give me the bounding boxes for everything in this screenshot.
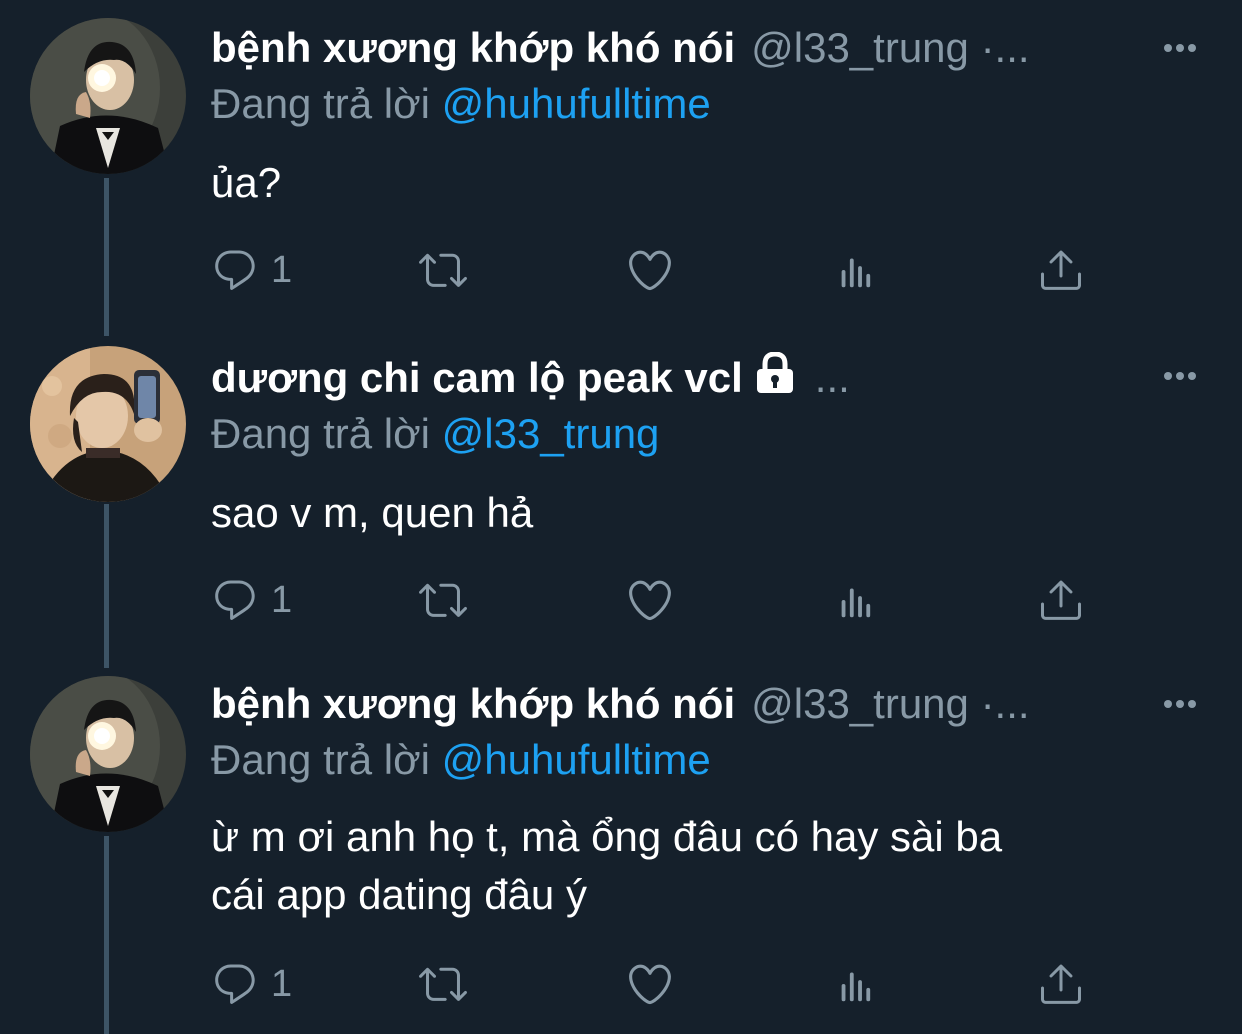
display-name[interactable]: dương chi cam lộ peak vcl [211, 354, 743, 402]
replying-to: Đang trả lời @l33_trung [211, 410, 659, 458]
share-icon [1037, 246, 1085, 294]
mention-link[interactable]: @huhufulltime [442, 736, 711, 783]
analytics-button[interactable] [833, 954, 879, 1014]
retweet-button[interactable] [416, 570, 470, 630]
analytics-button[interactable] [833, 570, 879, 630]
reply-count: 1 [271, 962, 293, 1005]
avatar[interactable] [30, 346, 186, 502]
like-icon [625, 245, 675, 295]
retweet-button[interactable] [416, 240, 470, 300]
like-button[interactable] [625, 240, 675, 300]
replying-to-label: Đang trả lời [211, 410, 442, 457]
username[interactable]: @l33_trung ·... [751, 680, 1029, 728]
tweet-actions: 1 [211, 954, 1111, 1014]
reply-icon [211, 246, 259, 294]
retweet-icon [416, 246, 470, 294]
reply-button[interactable]: 1 [211, 240, 292, 300]
more-icon[interactable] [1160, 356, 1200, 396]
like-icon [625, 575, 675, 625]
like-button[interactable] [625, 570, 675, 630]
mention-link[interactable]: @huhufulltime [442, 80, 711, 127]
analytics-icon [833, 960, 879, 1008]
display-name[interactable]: bệnh xương khớp khó nói [211, 24, 735, 72]
reply-icon [211, 960, 259, 1008]
reply-button[interactable]: 1 [211, 954, 292, 1014]
reply-icon [211, 576, 259, 624]
analytics-button[interactable] [833, 240, 879, 300]
reply-count: 1 [271, 248, 293, 291]
display-name[interactable]: bệnh xương khớp khó nói [211, 680, 735, 728]
replying-to: Đang trả lời @huhufulltime [211, 80, 711, 128]
avatar[interactable] [30, 18, 186, 174]
like-icon [625, 959, 675, 1009]
tweet-header: bệnh xương khớp khó nói @l33_trung ·... [211, 20, 1030, 76]
tweet[interactable]: bệnh xương khớp khó nói @l33_trung ·... … [0, 0, 1242, 336]
reply-count: 1 [271, 578, 293, 621]
share-icon [1037, 960, 1085, 1008]
tweet-text: sao v m, quen hả [211, 489, 534, 536]
reply-button[interactable]: 1 [211, 570, 292, 630]
tweet-text-line: cái app dating đâu ý [211, 871, 587, 918]
analytics-icon [833, 576, 879, 624]
like-button[interactable] [625, 954, 675, 1014]
tweet[interactable]: bệnh xương khớp khó nói @l33_trung ·... … [0, 668, 1242, 1034]
replying-to-label: Đang trả lời [211, 80, 442, 127]
tweet[interactable]: dương chi cam lộ peak vcl ... Đang trả l… [0, 336, 1242, 668]
tweet-actions: 1 [211, 240, 1111, 300]
share-button[interactable] [1037, 240, 1085, 300]
retweet-icon [416, 576, 470, 624]
replying-to-label: Đang trả lời [211, 736, 442, 783]
share-button[interactable] [1037, 570, 1085, 630]
tweet-text: ừ m ơi anh họ t, mà ổng đâu có hay sài b… [211, 808, 1191, 924]
lock-icon [753, 351, 797, 404]
mention-link[interactable]: @l33_trung [442, 410, 660, 457]
share-button[interactable] [1037, 954, 1085, 1014]
analytics-icon [833, 246, 879, 294]
tweet-text-line: ừ m ơi anh họ t, mà ổng đâu có hay sài b… [211, 813, 1003, 860]
tweet-actions: 1 [211, 570, 1111, 630]
tweet-header: bệnh xương khớp khó nói @l33_trung ·... [211, 676, 1030, 732]
tweet-text: ủa? [211, 159, 282, 206]
avatar[interactable] [30, 676, 186, 832]
replying-to: Đang trả lời @huhufulltime [211, 736, 711, 784]
tweet-header: dương chi cam lộ peak vcl ... [211, 350, 850, 406]
more-icon[interactable] [1160, 684, 1200, 724]
username[interactable]: ... [815, 354, 850, 402]
retweet-button[interactable] [416, 954, 470, 1014]
username[interactable]: @l33_trung ·... [751, 24, 1029, 72]
more-icon[interactable] [1160, 28, 1200, 68]
share-icon [1037, 576, 1085, 624]
retweet-icon [416, 960, 470, 1008]
